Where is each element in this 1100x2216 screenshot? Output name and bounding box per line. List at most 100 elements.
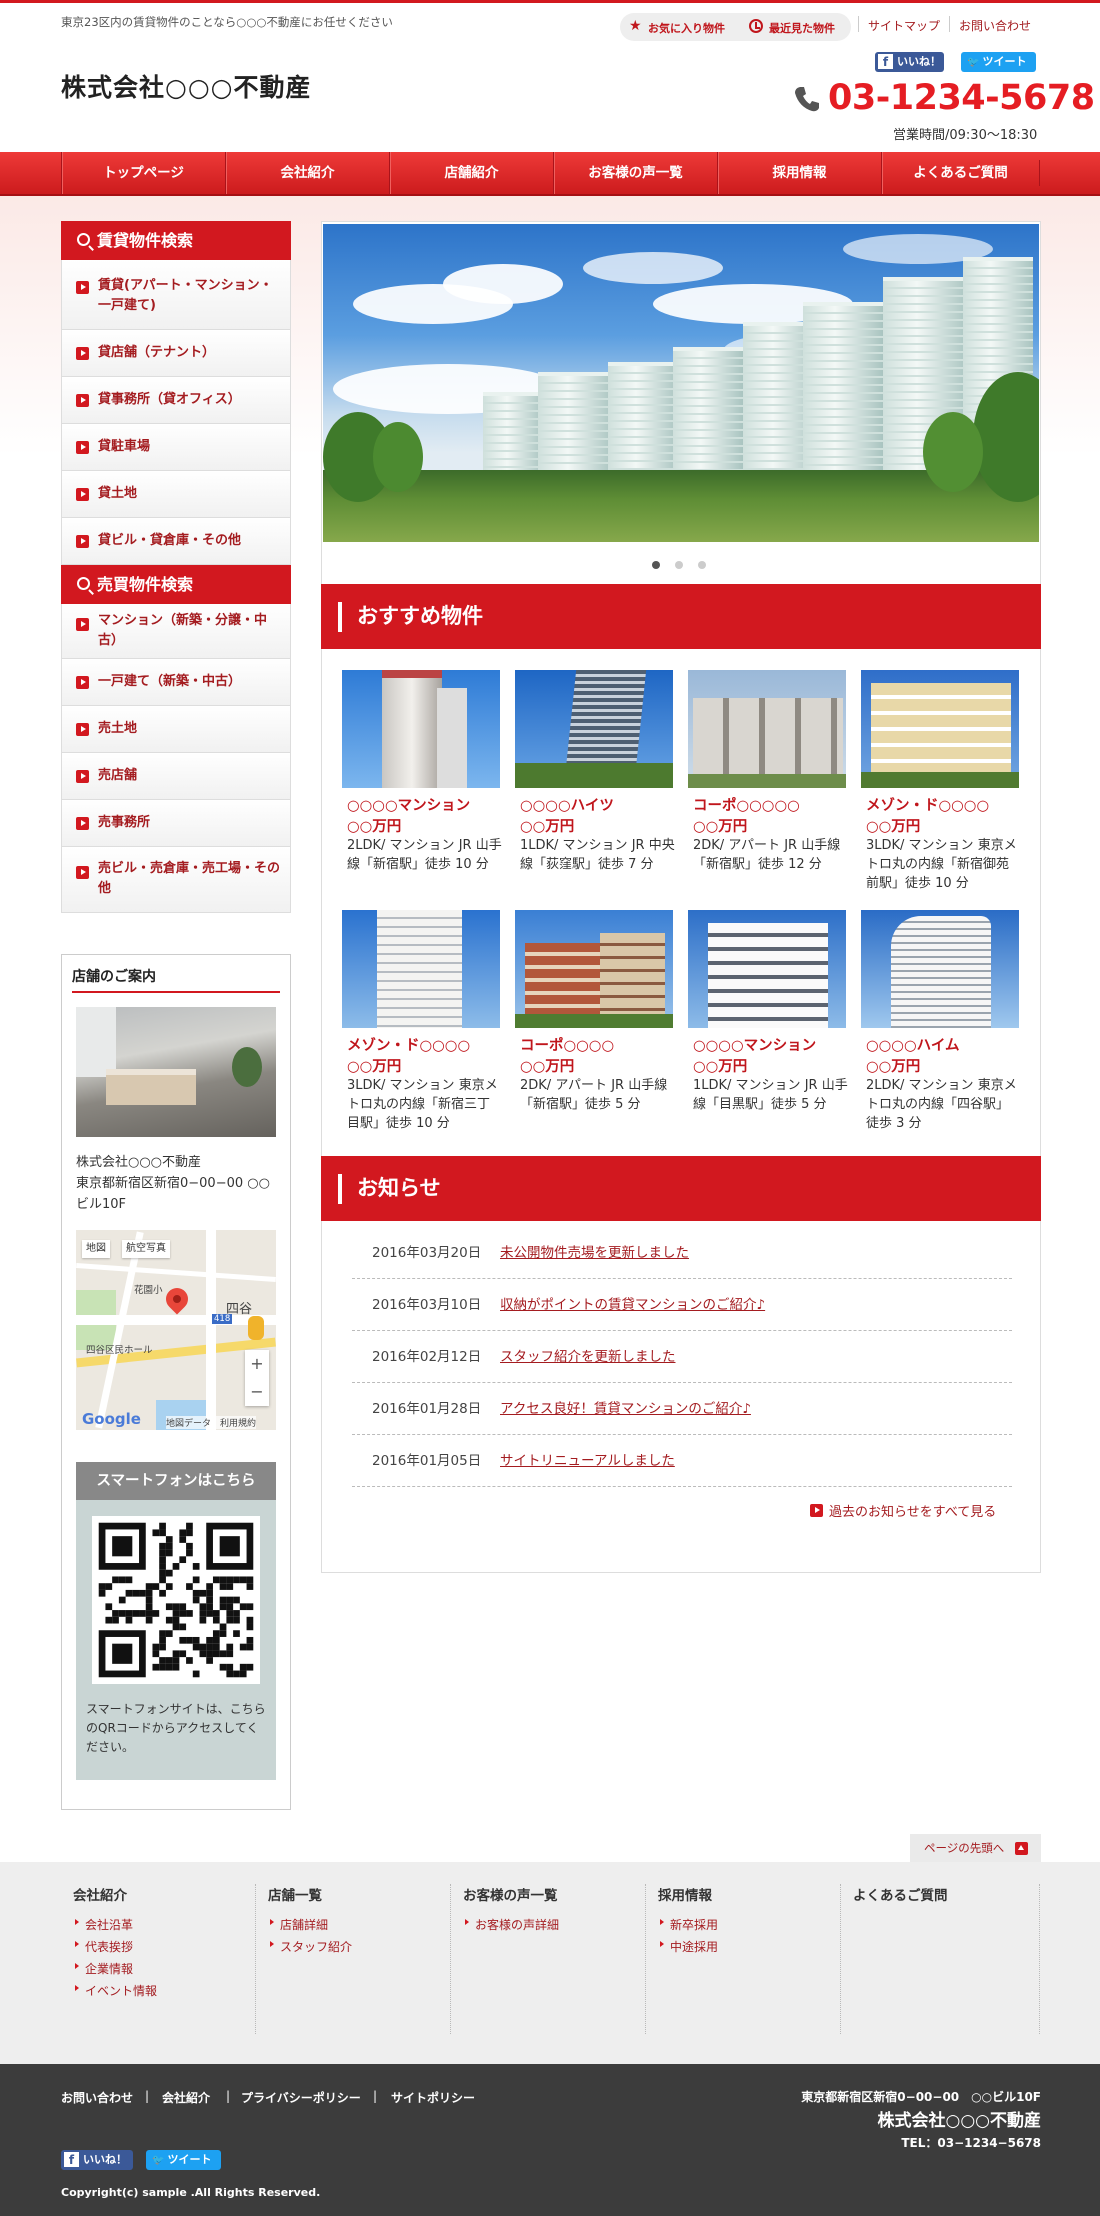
footer-col-company: 会社紹介 会社沿革 代表挨拶 企業情報 イベント情報 — [61, 1884, 256, 2034]
contact-link[interactable]: お問い合わせ — [959, 17, 1031, 34]
map-tab-map[interactable]: 地図 — [82, 1240, 110, 1258]
footer-col-title[interactable]: お客様の声一覧 — [463, 1884, 558, 1904]
footer-link[interactable]: 会社沿革 — [74, 1916, 133, 1933]
smartphone-text: スマートフォンサイトは、こちらのQRコードからアクセスしてください。 — [86, 1702, 266, 1754]
sidebar: 賃貸物件検索 賃貸(アパート・マンション・一戸建て) 貸店舗（テナント） 貸事務… — [61, 221, 291, 913]
recently-viewed-link[interactable]: 最近見た物件 — [769, 20, 835, 36]
sidebar-item-sale-store[interactable]: 売店舗 — [61, 753, 291, 800]
sitemap-link[interactable]: サイトマップ — [868, 17, 940, 34]
facebook-like-button[interactable]: f いいね！ — [875, 52, 944, 72]
business-hours: 営業時間/09:30〜18:30 — [893, 128, 1038, 143]
news-item: 2016年01月28日 アクセス良好！賃貸マンションのご紹介♪ — [352, 1383, 1012, 1435]
google-logo: Google — [82, 1410, 141, 1428]
property-photo — [861, 910, 1019, 1028]
twitter-icon: 🐦 — [967, 57, 980, 68]
sidebar-item-rental-building[interactable]: 貸ビル・貸倉庫・その他 — [61, 518, 291, 565]
favorites-link[interactable]: お気に入り物件 — [648, 20, 725, 36]
arrow-icon — [76, 441, 89, 454]
shop-map[interactable]: 花園小 四谷 四谷区民ホール 418 地図 航空写真 + − Google 地図デ… — [76, 1230, 276, 1430]
property-photo — [342, 910, 500, 1028]
footer-col-title[interactable]: 会社紹介 — [73, 1884, 127, 1904]
footer-link[interactable]: 中途採用 — [659, 1938, 718, 1955]
nav-item-voices[interactable]: お客様の声一覧 — [553, 152, 717, 194]
tweet-button[interactable]: 🐦 ツイート — [146, 2150, 221, 2170]
shop-address: 株式会社○○○不動産 東京都新宿区新宿0−00−00 ○○ビル10F — [76, 1155, 270, 1212]
smartphone-title: スマートフォンはこちら — [76, 1462, 276, 1500]
news-link[interactable]: 未公開物件売場を更新しました — [500, 1227, 689, 1279]
footer-link[interactable]: 店舗詳細 — [269, 1916, 328, 1933]
footer: お問い合わせ | 会社紹介 | プライバシーポリシー | サイトポリシー 東京都… — [0, 2064, 1100, 2216]
property-card[interactable]: コーポ○○○○ ○○万円 2DK/ アパート JR 山手線「新宿駅」徒歩 5 分 — [515, 910, 673, 1112]
property-photo — [342, 670, 500, 788]
street-view-icon[interactable] — [248, 1316, 264, 1340]
tweet-button[interactable]: 🐦 ツイート — [961, 52, 1036, 72]
up-arrow-icon — [1015, 1842, 1028, 1855]
divider — [72, 991, 280, 993]
footer-link[interactable]: スタッフ紹介 — [269, 1938, 352, 1955]
property-card[interactable]: ○○○○ハイム ○○万円 2LDK/ マンション 東京メトロ丸の内線「四谷駅」徒歩 … — [861, 910, 1019, 1131]
property-card[interactable]: メゾン・ド○○○○ ○○万円 3LDK/ マンション 東京メトロ丸の内線「新宿御苑前… — [861, 670, 1019, 891]
news-item: 2016年01月05日 サイトリニューアルしました — [352, 1435, 1012, 1487]
zoom-out-button[interactable]: − — [245, 1378, 269, 1406]
footer-link-sitepolicy[interactable]: サイトポリシー — [391, 2089, 475, 2106]
footer-link[interactable]: 企業情報 — [74, 1960, 133, 1977]
zoom-in-button[interactable]: + — [245, 1350, 269, 1378]
map-tab-satellite[interactable]: 航空写真 — [122, 1240, 170, 1258]
footer-link-company[interactable]: 会社紹介 — [162, 2089, 210, 2106]
footer-tel[interactable]: TEL：03−1234−5678 — [901, 2134, 1041, 2151]
property-card[interactable]: コーポ○○○○○ ○○万円 2DK/ アパート JR 山手線「新宿駅」徒歩 12 分 — [688, 670, 846, 872]
news-heading: お知らせ — [321, 1156, 1041, 1221]
footer-link[interactable]: イベント情報 — [74, 1982, 157, 1999]
sidebar-item-sale-house[interactable]: 一戸建て（新築・中古） — [61, 659, 291, 706]
sidebar-item-rental-residence[interactable]: 賃貸(アパート・マンション・一戸建て) — [61, 260, 291, 330]
property-card[interactable]: ○○○○ハイツ ○○万円 1LDK/ マンション JR 中央線「荻窪駅」徒歩 7 分 — [515, 670, 675, 872]
property-card[interactable]: ○○○○マンション ○○万円 1LDK/ マンション JR 山手線「目黒駅」徒歩 5… — [688, 910, 848, 1112]
phone-number[interactable]: 03-1234-5678 — [828, 78, 1095, 118]
arrow-icon — [76, 618, 89, 631]
slider-dot-3[interactable] — [698, 561, 706, 569]
footer-col-title[interactable]: よくあるご質問 — [853, 1884, 948, 1904]
footer-col-title[interactable]: 採用情報 — [658, 1884, 712, 1904]
nav-item-recruit[interactable]: 採用情報 — [717, 152, 881, 194]
nav-item-shop[interactable]: 店舗紹介 — [389, 152, 553, 194]
smartphone-box: スマートフォンはこちら スマートフォンサイトは、こちらのQRコードからアクセスし… — [76, 1462, 276, 1780]
footer-link-privacy[interactable]: プライバシーポリシー — [241, 2089, 361, 2106]
nav-item-company[interactable]: 会社紹介 — [225, 152, 389, 194]
tweet-label: ツイート — [982, 55, 1027, 68]
sidebar-item-sale-mansion[interactable]: マンション（新築・分譲・中古） — [61, 604, 291, 659]
footer-link[interactable]: 新卒採用 — [659, 1916, 718, 1933]
nav-divider — [1039, 160, 1040, 186]
sidebar-item-sale-office[interactable]: 売事務所 — [61, 800, 291, 847]
news-link[interactable]: サイトリニューアルしました — [500, 1435, 675, 1487]
nav-item-faq[interactable]: よくあるご質問 — [881, 152, 1039, 194]
page-top-button[interactable]: ページの先頭へ — [910, 1834, 1041, 1862]
slider-dot-1[interactable] — [652, 561, 660, 569]
news-item: 2016年03月20日 未公開物件売場を更新しました — [352, 1227, 1012, 1279]
slider-dot-2[interactable] — [675, 561, 683, 569]
arrow-icon — [76, 394, 89, 407]
footer-link-contact[interactable]: お問い合わせ — [61, 2089, 133, 2106]
news-link[interactable]: 収納がポイントの賃貸マンションのご紹介♪ — [500, 1279, 765, 1331]
nav-item-top[interactable]: トップページ — [61, 152, 225, 194]
sidebar-item-rental-parking[interactable]: 貸駐車場 — [61, 424, 291, 471]
news-link[interactable]: アクセス良好！賃貸マンションのご紹介♪ — [500, 1383, 751, 1435]
map-credit[interactable]: 地図データ 利用規約 — [166, 1416, 257, 1429]
sidebar-item-rental-office[interactable]: 貸事務所（貸オフィス） — [61, 377, 291, 424]
map-zoom-control[interactable]: + − — [245, 1350, 269, 1406]
rental-search-heading: 賃貸物件検索 — [61, 221, 291, 260]
sidebar-item-rental-store[interactable]: 貸店舗（テナント） — [61, 330, 291, 377]
footer-link[interactable]: お客様の声詳細 — [464, 1916, 559, 1933]
news-link[interactable]: スタッフ紹介を更新しました — [500, 1331, 676, 1383]
property-card[interactable]: メゾン・ド○○○○ ○○万円 3LDK/ マンション 東京メトロ丸の内線「新宿三丁目… — [342, 910, 500, 1131]
footer-col-title[interactable]: 店舗一覧 — [268, 1884, 322, 1904]
facebook-like-button[interactable]: f いいね！ — [61, 2150, 133, 2170]
sidebar-item-sale-building[interactable]: 売ビル・売倉庫・売工場・その他 — [61, 847, 291, 913]
news-more-link[interactable]: 過去のお知らせをすべて見る — [829, 1501, 996, 1520]
sidebar-item-sale-land[interactable]: 売土地 — [61, 706, 291, 753]
site-logo[interactable]: 株式会社○○○不動産 — [61, 68, 311, 104]
footer-link[interactable]: 代表挨拶 — [74, 1938, 133, 1955]
hero-slider[interactable] — [323, 224, 1039, 542]
arrow-icon — [76, 866, 89, 879]
sidebar-item-rental-land[interactable]: 貸土地 — [61, 471, 291, 518]
property-card[interactable]: ○○○○マンション ○○万円 2LDK/ マンション JR 山手線「新宿駅」徒歩 1… — [342, 670, 502, 872]
